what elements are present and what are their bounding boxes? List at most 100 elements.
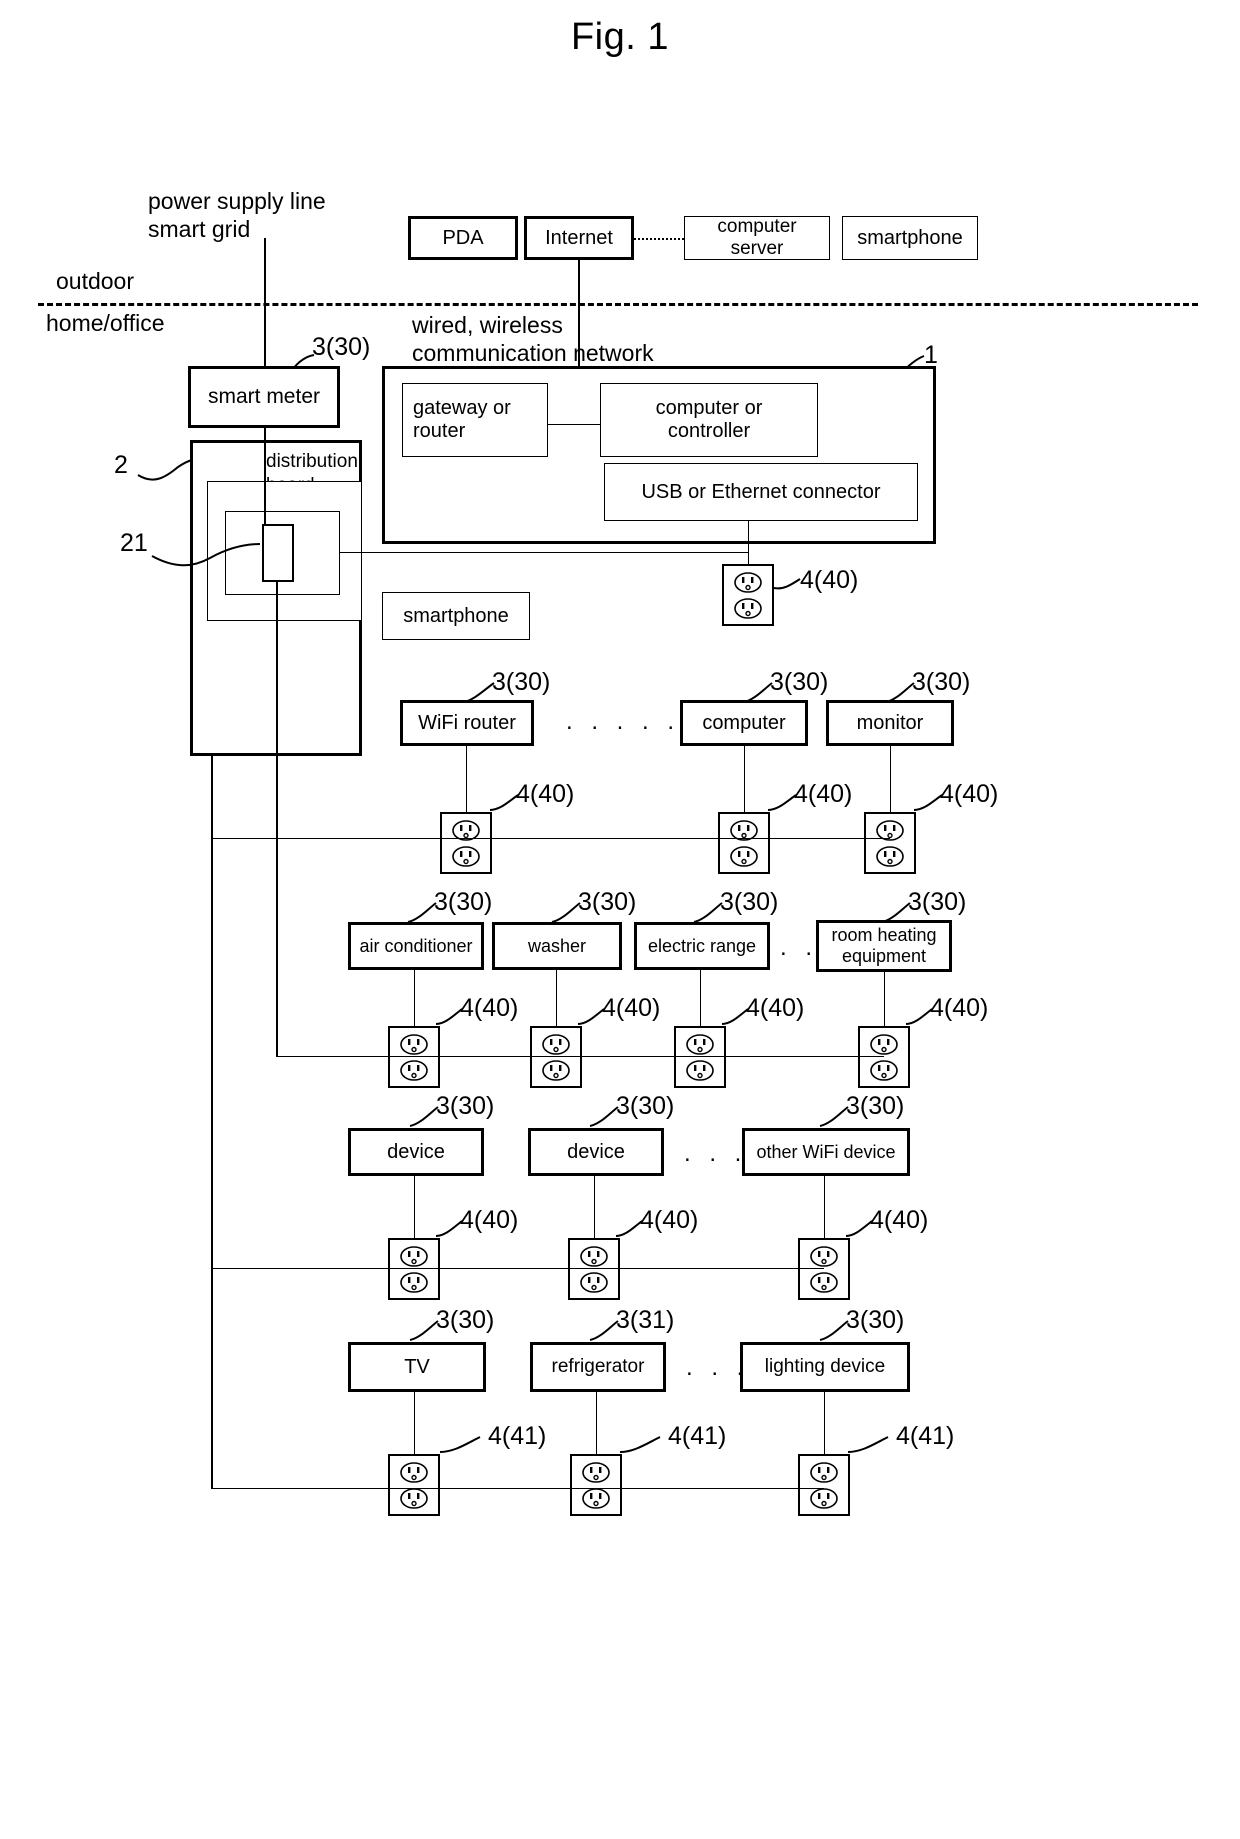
device-label-generic-1: device <box>387 1140 445 1163</box>
drop-tv <box>414 1392 415 1454</box>
computer-controller-label: computer or controller <box>655 397 763 442</box>
ref-outlet-room-heating: 4(40) <box>930 994 989 1022</box>
leader-outlet-computer <box>767 794 797 811</box>
computer-controller-box[interactable]: computer or controller <box>600 383 818 457</box>
network-annotation: wired, wireless communication network <box>412 312 654 366</box>
drop-lighting <box>824 1392 825 1454</box>
leader-outlet-room-heating <box>905 1008 933 1025</box>
device-box-air-conditioner[interactable]: air conditioner <box>348 922 484 970</box>
smart-meter-box[interactable]: smart meter <box>188 366 340 428</box>
device-box-wifi-router[interactable]: WiFi router <box>400 700 534 746</box>
connector-to-outlet-drop <box>748 521 749 568</box>
device-label-tv: TV <box>404 1355 430 1378</box>
device-box-room-heating[interactable]: room heating equipment <box>816 920 952 972</box>
drop-device-other-wifi <box>824 1176 825 1238</box>
outdoor-indoor-divider <box>38 303 1198 306</box>
outlet-socket-icon <box>810 1245 838 1267</box>
ref-outlet-wifi-router: 4(40) <box>516 780 575 808</box>
outlet-socket-icon <box>686 1033 714 1055</box>
outlet-socket-icon <box>876 845 904 867</box>
device-box-lighting[interactable]: lighting device <box>740 1342 910 1392</box>
device-box-other-wifi[interactable]: other WiFi device <box>742 1128 910 1176</box>
device-box-monitor[interactable]: monitor <box>826 700 954 746</box>
drop-computer <box>744 746 745 812</box>
device-box-refrigerator[interactable]: refrigerator <box>530 1342 666 1392</box>
ref-device-tv: 3(30) <box>436 1306 495 1334</box>
row-device-ellipsis: . . . <box>684 1140 748 1167</box>
external-label-pda: PDA <box>442 226 484 249</box>
figure-title: Fig. 1 <box>570 16 670 58</box>
leader-outlet-washer <box>577 1008 605 1025</box>
device-box-washer[interactable]: washer <box>492 922 622 970</box>
meter-to-board-line <box>264 428 266 442</box>
ref-device-refrigerator: 3(31) <box>616 1306 675 1334</box>
power-outlet[interactable] <box>440 812 492 874</box>
leader-device-tv <box>409 1320 439 1341</box>
ref-outlet-electric-range: 4(40) <box>746 994 805 1022</box>
external-box-pda[interactable]: PDA <box>408 216 518 260</box>
device-box-generic-2[interactable]: device <box>528 1128 664 1176</box>
device-label-lighting: lighting device <box>764 1356 886 1378</box>
outlet-socket-icon <box>400 1271 428 1293</box>
outlet-socket-icon <box>810 1271 838 1293</box>
power-outlet[interactable] <box>718 812 770 874</box>
power-outlet[interactable] <box>388 1454 440 1516</box>
outlet-socket-icon <box>580 1245 608 1267</box>
power-outlet[interactable] <box>530 1026 582 1088</box>
gateway-router-box[interactable]: gateway or router <box>402 383 548 457</box>
power-outlet[interactable] <box>674 1026 726 1088</box>
ref-outlet-device-generic-1: 4(40) <box>460 1206 519 1234</box>
device-box-tv[interactable]: TV <box>348 1342 486 1392</box>
drop-room-heating <box>884 972 885 1026</box>
outlet-socket-icon <box>582 1461 610 1483</box>
power-outlet[interactable] <box>798 1238 850 1300</box>
ref-device-electric-range: 3(30) <box>720 888 779 916</box>
outlet-socket-icon <box>400 1245 428 1267</box>
leader-outlet-device-generic-1 <box>435 1220 463 1237</box>
power-outlet[interactable] <box>568 1238 620 1300</box>
power-outlet[interactable] <box>864 812 916 874</box>
leader-outlet-refrigerator <box>619 1436 661 1453</box>
power-outlet[interactable] <box>388 1238 440 1300</box>
device-label-other-wifi: other WiFi device <box>756 1141 896 1162</box>
smart-meter-label: smart meter <box>207 384 320 408</box>
outlet-socket-icon <box>686 1059 714 1081</box>
external-box-smartphone[interactable]: smartphone <box>842 216 978 260</box>
leader-device-other-wifi <box>819 1106 849 1127</box>
ref-device-washer: 3(30) <box>578 888 637 916</box>
leader-outlet-device-other-wifi <box>845 1220 873 1237</box>
power-outlet[interactable] <box>722 564 774 626</box>
drop-washer <box>556 970 557 1026</box>
leader-outlet-monitor <box>913 794 943 811</box>
device-label-wifi-router: WiFi router <box>418 711 516 734</box>
device-box-computer[interactable]: computer <box>680 700 808 746</box>
external-box-internet[interactable]: Internet <box>524 216 634 260</box>
ref-device-room-heating: 3(30) <box>908 888 967 916</box>
drop-electric-range <box>700 970 701 1026</box>
usb-ethernet-connector-box[interactable]: USB or Ethernet connector <box>604 463 918 521</box>
leader-device-refrigerator <box>589 1320 619 1341</box>
power-outlet[interactable] <box>570 1454 622 1516</box>
power-outlet[interactable] <box>388 1026 440 1088</box>
device-label-room-heating: room heating equipment <box>831 925 937 966</box>
standalone-smartphone-box[interactable]: smartphone <box>382 592 530 640</box>
bus-row-appliance <box>276 1056 884 1057</box>
power-outlet[interactable] <box>798 1454 850 1516</box>
device-label-air-conditioner: air conditioner <box>359 935 473 956</box>
device-label-computer: computer <box>702 711 786 734</box>
device-box-electric-range[interactable]: electric range <box>634 922 770 970</box>
bus-row-home <box>211 1488 824 1489</box>
power-outlet[interactable] <box>858 1026 910 1088</box>
board-breaker-drop <box>276 582 278 1056</box>
standalone-smartphone-label: smartphone <box>403 604 509 627</box>
drop-wifi-router <box>466 746 467 812</box>
board-internal-drop <box>264 442 266 524</box>
drop-air-conditioner <box>414 970 415 1026</box>
device-label-generic-2: device <box>567 1140 625 1163</box>
board-left-feeder <box>211 756 213 1488</box>
outlet-socket-icon <box>400 1487 428 1509</box>
outlet-socket-icon <box>810 1461 838 1483</box>
leader-device-generic-1 <box>409 1106 439 1127</box>
device-box-generic-1[interactable]: device <box>348 1128 484 1176</box>
external-box-computer-server[interactable]: computer server <box>684 216 830 260</box>
